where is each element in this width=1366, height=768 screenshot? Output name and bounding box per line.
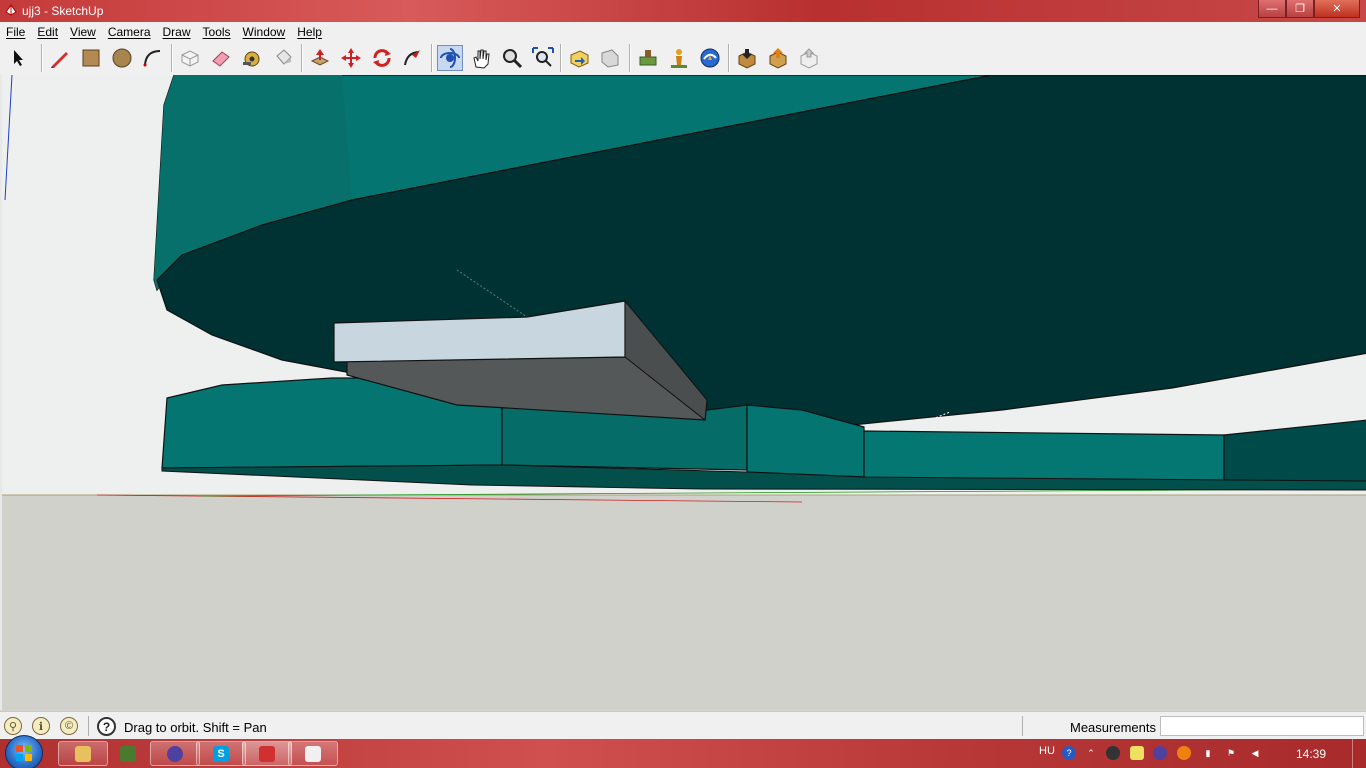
add-location-icon[interactable] bbox=[635, 45, 661, 71]
zoom-extents-icon[interactable] bbox=[530, 45, 556, 71]
taskbar-minecraft[interactable] bbox=[103, 741, 153, 766]
measurements-input[interactable] bbox=[1160, 716, 1364, 736]
browser-icon bbox=[167, 745, 183, 762]
follow-me-icon[interactable] bbox=[400, 45, 426, 71]
system-clock[interactable]: 14:39 bbox=[1296, 747, 1326, 761]
sketchup-app-icon bbox=[5, 4, 17, 16]
paint-bucket-icon[interactable] bbox=[270, 45, 296, 71]
rotate-tool-icon[interactable] bbox=[369, 45, 395, 71]
toolbar-group-camera bbox=[432, 44, 561, 72]
taskbar-skype[interactable]: S bbox=[196, 741, 246, 766]
toolbar-group-google bbox=[630, 44, 728, 72]
share-model-icon[interactable] bbox=[765, 45, 791, 71]
paint-icon bbox=[305, 745, 321, 762]
volume-icon[interactable]: ◀ bbox=[1248, 746, 1262, 760]
minimize-button[interactable]: — bbox=[1258, 0, 1286, 18]
status-hint: Drag to orbit. Shift = Pan bbox=[124, 720, 267, 735]
sketchup-window: ujj3 - SketchUp — ❐ ✕ File Edit View Cam… bbox=[0, 0, 1366, 768]
taskbar: S HU ? ⌃ ▮ ⚑ ◀ 14:39 bbox=[0, 735, 1366, 768]
status-separator-2 bbox=[1022, 716, 1023, 736]
share-component-icon[interactable] bbox=[796, 45, 822, 71]
browser-tray-icon[interactable] bbox=[1153, 746, 1167, 760]
menu-edit[interactable]: Edit bbox=[31, 25, 64, 39]
arc-tool-icon[interactable] bbox=[140, 45, 166, 71]
taskbar-sketchup[interactable] bbox=[242, 741, 292, 766]
start-button[interactable] bbox=[5, 735, 43, 768]
steam-icon[interactable] bbox=[1106, 746, 1120, 760]
geo-location-icon[interactable]: ⚲ bbox=[4, 717, 22, 735]
menu-bar: File Edit View Camera Draw Tools Window … bbox=[0, 22, 1366, 41]
toolbar-group-warehouse bbox=[729, 44, 827, 72]
menu-tools[interactable]: Tools bbox=[197, 25, 237, 39]
menu-window[interactable]: Window bbox=[237, 25, 292, 39]
credits-icon[interactable]: ℹ bbox=[32, 717, 50, 735]
google-earth-icon[interactable] bbox=[697, 45, 723, 71]
toggle-terrain-icon[interactable] bbox=[666, 45, 692, 71]
circle-tool-icon[interactable] bbox=[109, 45, 135, 71]
pan-tool-icon[interactable] bbox=[468, 45, 494, 71]
minecraft-icon bbox=[120, 745, 136, 762]
get-models-icon[interactable] bbox=[734, 45, 760, 71]
taskbar-paint[interactable] bbox=[288, 741, 338, 766]
menu-draw[interactable]: Draw bbox=[157, 25, 197, 39]
title-bar: ujj3 - SketchUp — ❐ ✕ bbox=[0, 0, 1366, 22]
status-separator bbox=[88, 716, 89, 736]
move-tool-icon[interactable] bbox=[338, 45, 364, 71]
zoom-tool-icon[interactable] bbox=[499, 45, 525, 71]
tray-overflow-icon[interactable]: ⌃ bbox=[1084, 746, 1098, 760]
toolbar-group-modify bbox=[302, 44, 431, 72]
sketchup-icon bbox=[259, 745, 275, 762]
toolbar-group-edit bbox=[172, 44, 301, 72]
push-pull-tool-icon[interactable] bbox=[307, 45, 333, 71]
pencil-line-tool-icon[interactable] bbox=[47, 45, 73, 71]
previous-view-icon[interactable] bbox=[566, 45, 592, 71]
maximize-button[interactable]: ❐ bbox=[1286, 0, 1314, 18]
help-icon[interactable]: ? bbox=[1062, 746, 1076, 760]
action-center-icon[interactable]: ⚑ bbox=[1224, 746, 1238, 760]
select-tool-icon[interactable] bbox=[6, 45, 32, 71]
language-indicator[interactable]: HU bbox=[1039, 745, 1055, 757]
close-button[interactable]: ✕ bbox=[1314, 0, 1360, 18]
network-icon[interactable]: ▮ bbox=[1201, 746, 1215, 760]
menu-camera[interactable]: Camera bbox=[102, 25, 157, 39]
menu-view[interactable]: View bbox=[64, 25, 102, 39]
make-component-icon[interactable] bbox=[177, 45, 203, 71]
toolbar-group-views bbox=[561, 44, 628, 72]
rectangle-tool-icon[interactable] bbox=[78, 45, 104, 71]
taskbar-browser[interactable] bbox=[150, 741, 200, 766]
main-toolbar bbox=[0, 41, 1366, 76]
next-view-icon[interactable] bbox=[597, 45, 623, 71]
lower-ring-block bbox=[863, 430, 1225, 482]
measurements-label: Measurements bbox=[1070, 720, 1156, 735]
copyright-icon[interactable]: © bbox=[60, 717, 78, 735]
windows-logo-icon bbox=[16, 745, 32, 761]
menu-file[interactable]: File bbox=[0, 25, 31, 39]
file-explorer-icon bbox=[75, 745, 91, 762]
eraser-tool-icon[interactable] bbox=[208, 45, 234, 71]
toolbar-group-draw bbox=[42, 44, 171, 72]
notes-icon[interactable] bbox=[1130, 746, 1144, 760]
window-controls: — ❐ ✕ bbox=[1258, 0, 1360, 18]
orbit-tool-icon[interactable] bbox=[437, 45, 463, 71]
status-bar: ⚲ ℹ © ? Drag to orbit. Shift = Pan Measu… bbox=[0, 711, 1366, 740]
avast-icon[interactable] bbox=[1177, 746, 1191, 760]
toolbar-group-select bbox=[2, 44, 37, 72]
tape-measure-icon[interactable] bbox=[239, 45, 265, 71]
window-title: ujj3 - SketchUp bbox=[22, 4, 104, 18]
taskbar-explorer[interactable] bbox=[58, 741, 108, 766]
skype-icon: S bbox=[213, 745, 229, 762]
model-viewport[interactable] bbox=[0, 75, 1366, 710]
menu-help[interactable]: Help bbox=[291, 25, 328, 39]
ground-plane bbox=[2, 495, 1366, 710]
show-desktop-button[interactable] bbox=[1352, 739, 1366, 768]
instructor-help-icon[interactable]: ? bbox=[97, 717, 116, 736]
model-canvas[interactable] bbox=[2, 75, 1366, 710]
